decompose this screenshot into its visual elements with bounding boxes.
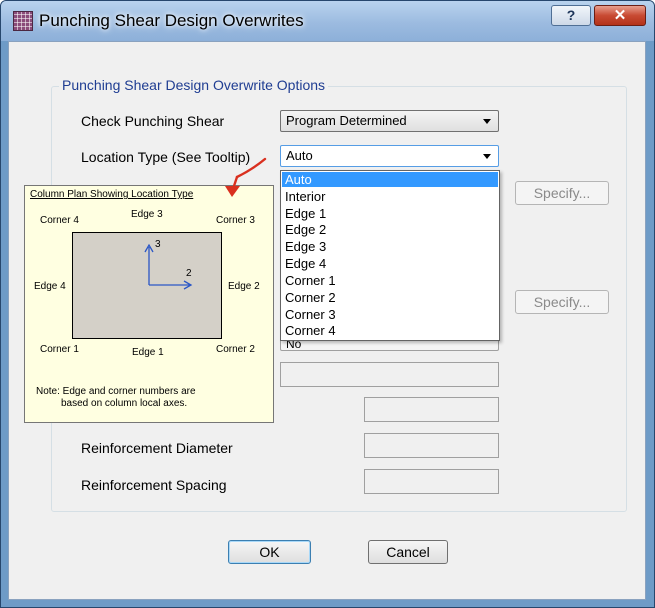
window-title: Punching Shear Design Overwrites [39, 11, 304, 30]
reinforcement-spacing-label: Reinforcement Spacing [81, 477, 227, 493]
reinforcement-diameter-field[interactable] [364, 433, 499, 458]
text-field-2[interactable] [364, 397, 499, 422]
tooltip-pointer-arrow-icon [225, 157, 267, 197]
cancel-button[interactable]: Cancel [368, 540, 448, 564]
close-button[interactable]: ✕ [594, 5, 646, 26]
app-icon [13, 11, 33, 31]
location-type-value: Auto [286, 148, 313, 163]
dropdown-option[interactable]: Auto [282, 172, 498, 187]
dropdown-option[interactable]: Edge 2 [282, 222, 498, 237]
help-icon: ? [566, 7, 576, 23]
title-bar[interactable]: Punching Shear Design Overwrites ? ✕ [1, 1, 654, 41]
dropdown-option[interactable]: Edge 3 [282, 239, 498, 254]
label-corner-2: Corner 2 [216, 344, 255, 355]
reinforcement-spacing-field[interactable] [364, 469, 499, 494]
reinforcement-diameter-label: Reinforcement Diameter [81, 440, 233, 456]
specify-button-1[interactable]: Specify... [515, 181, 609, 205]
chevron-down-icon [483, 119, 491, 124]
tooltip-title: Column Plan Showing Location Type [30, 189, 194, 200]
label-corner-3: Corner 3 [216, 215, 255, 226]
check-punching-shear-value: Program Determined [286, 113, 407, 128]
dropdown-option[interactable]: Corner 2 [282, 290, 498, 305]
label-edge-1: Edge 1 [132, 347, 164, 358]
check-punching-shear-label: Check Punching Shear [81, 113, 225, 129]
chevron-down-icon [483, 154, 491, 159]
label-corner-4: Corner 4 [40, 215, 79, 226]
label-edge-3: Edge 3 [131, 209, 163, 220]
help-button[interactable]: ? [551, 5, 591, 26]
close-icon: ✕ [613, 7, 627, 24]
dropdown-option[interactable]: Interior [282, 189, 498, 204]
tooltip-note-line-2: based on column local axes. [61, 398, 188, 409]
group-title: Punching Shear Design Overwrite Options [59, 76, 329, 94]
axis-3-label: 3 [155, 239, 161, 250]
specify-button-2[interactable]: Specify... [515, 290, 609, 314]
dropdown-option[interactable]: Corner 1 [282, 273, 498, 288]
dropdown-option[interactable]: Corner 3 [282, 307, 498, 322]
tooltip-note-line-1: Note: Edge and corner numbers are [36, 386, 196, 397]
location-type-select[interactable]: Auto [280, 145, 499, 167]
dropdown-option[interactable]: Corner 4 [282, 323, 498, 338]
axis-2-label: 2 [186, 268, 192, 279]
label-corner-1: Corner 1 [40, 344, 79, 355]
label-edge-2: Edge 2 [228, 281, 260, 292]
location-type-dropdown-list[interactable]: Auto Interior Edge 1 Edge 2 Edge 3 Edge … [280, 170, 500, 341]
dropdown-option[interactable]: Edge 4 [282, 256, 498, 271]
local-axes-icon [144, 243, 193, 290]
text-field-1[interactable] [280, 362, 499, 387]
ok-button[interactable]: OK [228, 540, 311, 564]
dropdown-option[interactable]: Edge 1 [282, 206, 498, 221]
check-punching-shear-select[interactable]: Program Determined [280, 110, 499, 132]
label-edge-4: Edge 4 [34, 281, 66, 292]
